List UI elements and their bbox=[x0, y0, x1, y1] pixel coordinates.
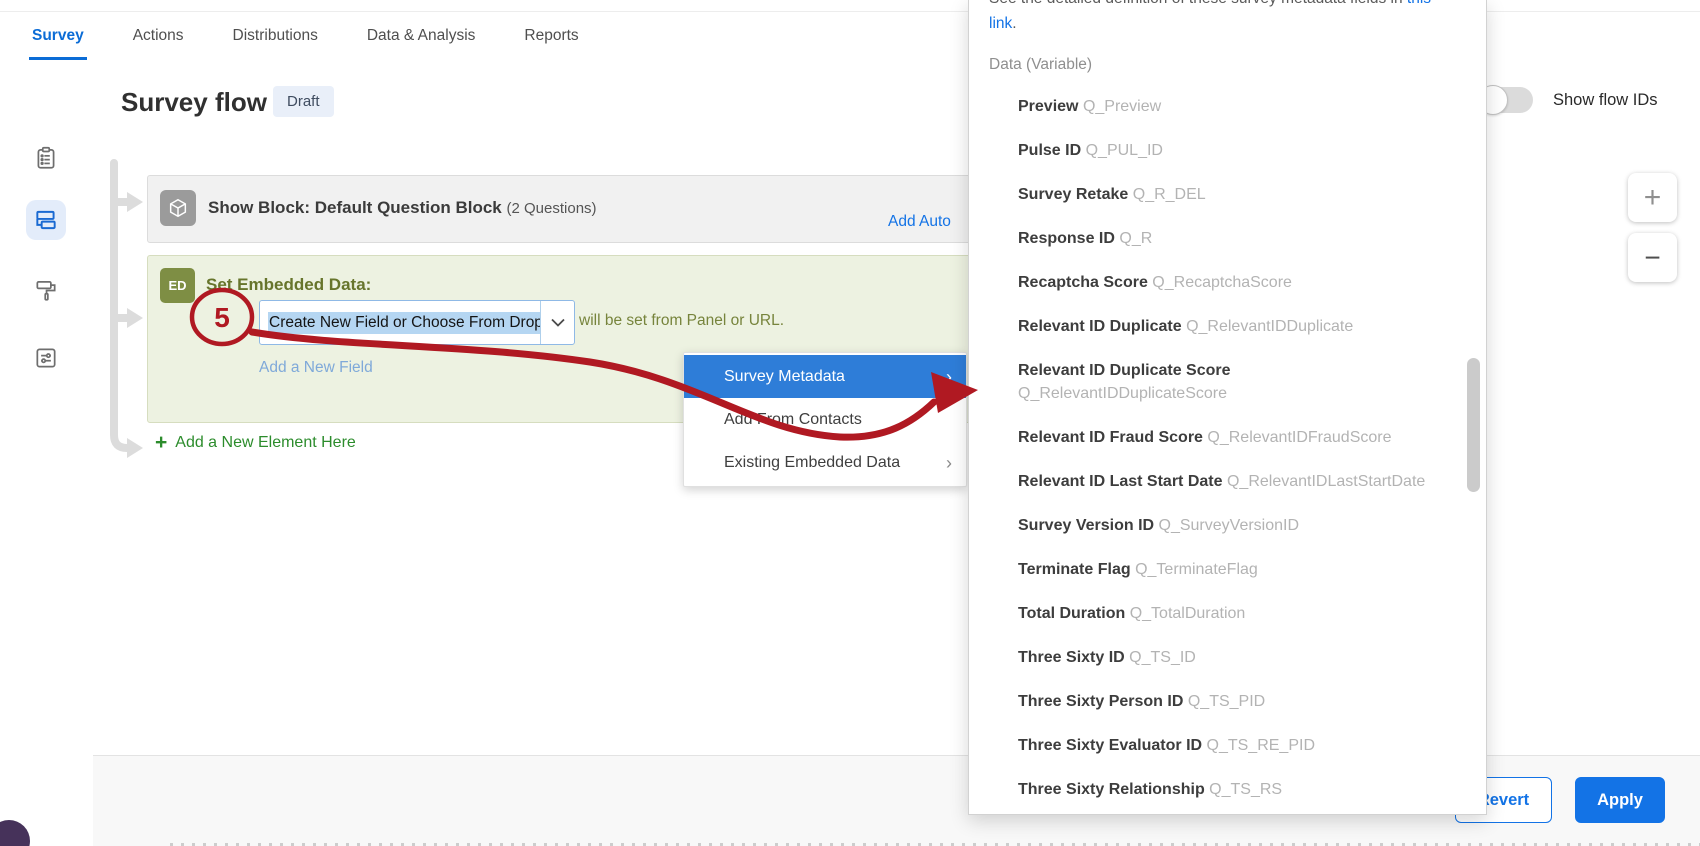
sidebar-item-look-and-feel[interactable] bbox=[26, 270, 66, 310]
left-sidebar: › bbox=[0, 60, 94, 846]
tab-distributions[interactable]: Distributions bbox=[233, 12, 318, 60]
tab-survey[interactable]: Survey bbox=[32, 12, 84, 60]
sidebar-item-survey-options[interactable] bbox=[26, 338, 66, 378]
plus-icon: + bbox=[155, 435, 167, 451]
menu-item-survey-metadata[interactable]: Survey Metadata › bbox=[684, 355, 966, 398]
link-link[interactable]: link bbox=[989, 15, 1012, 32]
show-block-label: Show Block: Default Question Block bbox=[208, 198, 502, 217]
field-input-text: Create New Field or Choose From Dropdown… bbox=[260, 301, 540, 344]
survey-flow-icon bbox=[33, 207, 59, 233]
page-title: Survey flow bbox=[121, 87, 267, 118]
value-hint-text: will be set from Panel or URL. bbox=[579, 312, 784, 330]
list-item-three-sixty-relationship[interactable]: Three Sixty Relationship Q_TS_RS bbox=[1018, 778, 1486, 801]
block-cube-icon bbox=[160, 190, 196, 226]
show-block-options-link[interactable]: Add Auto bbox=[888, 213, 951, 231]
list-item-relevant-id-duplicate[interactable]: Relevant ID Duplicate Q_RelevantIDDuplic… bbox=[1018, 315, 1486, 338]
menu-item-label: Survey Metadata bbox=[724, 368, 845, 386]
show-flow-ids-toggle[interactable] bbox=[1479, 87, 1533, 113]
list-item-relevant-id-fraud-score[interactable]: Relevant ID Fraud Score Q_RelevantIDFrau… bbox=[1018, 426, 1486, 449]
panel-intro-text: See the detailed definition of these sur… bbox=[989, 0, 1457, 36]
add-element-label: Add a New Element Here bbox=[175, 434, 356, 452]
list-item-pulse-id[interactable]: Pulse ID Q_PUL_ID bbox=[1018, 139, 1486, 162]
list-item-three-sixty-person-id[interactable]: Three Sixty Person ID Q_TS_PID bbox=[1018, 690, 1486, 713]
list-item-survey-retake[interactable]: Survey Retake Q_R_DEL bbox=[1018, 183, 1486, 206]
list-item-preview[interactable]: Preview Q_Preview bbox=[1018, 95, 1486, 118]
panel-section-label: Data (Variable) bbox=[989, 56, 1486, 74]
embedded-data-icon: ED bbox=[160, 268, 195, 303]
paint-roller-icon bbox=[33, 277, 59, 303]
tab-actions[interactable]: Actions bbox=[133, 12, 184, 60]
intro-text: See the detailed definition of these sur… bbox=[989, 0, 1407, 7]
clipboard-list-icon bbox=[33, 145, 59, 171]
submenu-chevron-icon: › bbox=[946, 368, 952, 386]
list-item-relevant-id-last-start-date[interactable]: Relevant ID Last Start Date Q_RelevantID… bbox=[1018, 470, 1486, 493]
menu-item-label: Add From Contacts bbox=[724, 411, 862, 429]
list-item-survey-version-id[interactable]: Survey Version ID Q_SurveyVersionID bbox=[1018, 514, 1486, 537]
tab-data-analysis[interactable]: Data & Analysis bbox=[367, 12, 476, 60]
list-item-total-duration[interactable]: Total Duration Q_TotalDuration bbox=[1018, 602, 1486, 625]
sidebar-item-survey-builder[interactable] bbox=[26, 138, 66, 178]
list-item-relevant-id-duplicate-score[interactable]: Relevant ID Duplicate Score Q_RelevantID… bbox=[1018, 359, 1486, 405]
sidebar-item-survey-flow[interactable] bbox=[26, 200, 66, 240]
add-new-element-link[interactable]: + Add a New Element Here bbox=[155, 434, 356, 452]
metadata-field-list: Preview Q_Preview Pulse ID Q_PUL_ID Surv… bbox=[1018, 95, 1486, 801]
menu-item-label: Existing Embedded Data bbox=[724, 454, 900, 472]
this-link[interactable]: this bbox=[1407, 0, 1431, 7]
panel-scrollbar-thumb[interactable] bbox=[1467, 358, 1480, 492]
zoom-out-button[interactable]: − bbox=[1628, 233, 1677, 282]
zoom-in-button[interactable]: + bbox=[1628, 173, 1677, 222]
list-item-three-sixty-evaluator-id[interactable]: Three Sixty Evaluator ID Q_TS_RE_PID bbox=[1018, 734, 1486, 757]
apply-button[interactable]: Apply bbox=[1575, 777, 1665, 823]
add-new-field-link[interactable]: Add a New Field bbox=[259, 359, 373, 377]
submenu-chevron-icon: › bbox=[946, 454, 952, 472]
embedded-data-context-menu: Survey Metadata › Add From Contacts Exis… bbox=[683, 352, 967, 487]
settings-sliders-icon bbox=[33, 345, 59, 371]
list-item-recaptcha-score[interactable]: Recaptcha Score Q_RecaptchaScore bbox=[1018, 271, 1486, 294]
qualtrics-survey-flow-screen: Survey Actions Distributions Data & Anal… bbox=[0, 0, 1700, 846]
show-flow-ids-label: Show flow IDs bbox=[1553, 91, 1658, 110]
embedded-data-field-input[interactable]: Create New Field or Choose From Dropdown… bbox=[259, 300, 575, 345]
list-item-terminate-flag[interactable]: Terminate Flag Q_TerminateFlag bbox=[1018, 558, 1486, 581]
menu-item-add-from-contacts[interactable]: Add From Contacts bbox=[684, 398, 966, 441]
list-item-three-sixty-id[interactable]: Three Sixty ID Q_TS_ID bbox=[1018, 646, 1486, 669]
tab-reports[interactable]: Reports bbox=[524, 12, 578, 60]
show-block-title: Show Block: Default Question Block (2 Qu… bbox=[208, 198, 597, 218]
show-block-question-count: (2 Questions) bbox=[507, 200, 597, 217]
field-dropdown-button[interactable] bbox=[540, 301, 574, 344]
embedded-data-title: Set Embedded Data: bbox=[206, 275, 371, 295]
menu-item-existing-embedded-data[interactable]: Existing Embedded Data › bbox=[684, 441, 966, 484]
survey-metadata-panel: See the detailed definition of these sur… bbox=[968, 0, 1487, 815]
intro-period: . bbox=[1012, 15, 1016, 32]
selected-input-value: Create New Field or Choose From Dropdown… bbox=[268, 312, 540, 334]
chevron-down-icon bbox=[551, 318, 565, 327]
list-item-response-id[interactable]: Response ID Q_R bbox=[1018, 227, 1486, 250]
status-badge: Draft bbox=[273, 86, 334, 117]
